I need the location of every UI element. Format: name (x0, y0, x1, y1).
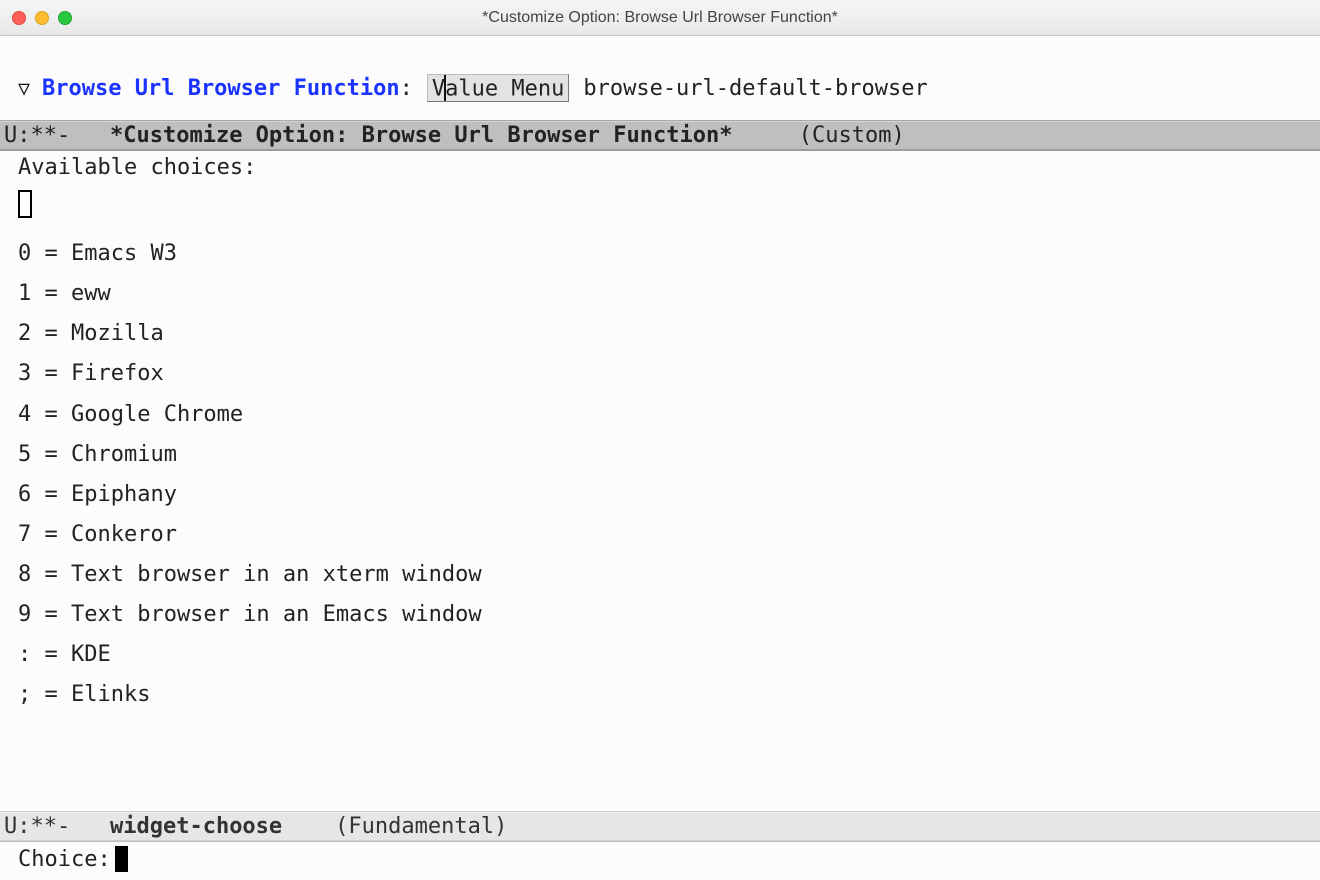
choice-item[interactable]: 3 = Firefox (18, 354, 1302, 394)
current-value: browse-url-default-browser (583, 76, 927, 101)
point-cursor (18, 190, 32, 218)
cursor-block (115, 846, 128, 872)
choice-item[interactable]: 7 = Conkeror (18, 515, 1302, 555)
choice-item[interactable]: 9 = Text browser in an Emacs window (18, 595, 1302, 635)
modeline-status: U:**- (4, 123, 70, 148)
modeline-top[interactable]: U:**- *Customize Option: Browse Url Brow… (0, 120, 1320, 151)
modeline-mode: (Fundamental) (335, 814, 507, 839)
minimize-icon[interactable] (35, 11, 49, 25)
colon: : (400, 76, 413, 101)
widget-choose-buffer: Available choices: 0 = Emacs W31 = eww2 … (0, 151, 1320, 811)
value-menu-button[interactable]: Value Menu (427, 74, 569, 102)
choices-header: Available choices: (18, 155, 1302, 180)
choice-item[interactable]: ; = Elinks (18, 675, 1302, 715)
modeline-buffer-name: *Customize Option: Browse Url Browser Fu… (110, 123, 733, 148)
window-titlebar: *Customize Option: Browse Url Browser Fu… (0, 0, 1320, 36)
choice-item[interactable]: : = KDE (18, 635, 1302, 675)
choice-item[interactable]: 1 = eww (18, 274, 1302, 314)
value-menu-rest: alue Menu (445, 76, 564, 101)
window-controls (12, 11, 72, 25)
window-title: *Customize Option: Browse Url Browser Fu… (482, 9, 838, 27)
customize-buffer: ▽ Browse Url Browser Function: Value Men… (0, 36, 1320, 120)
choice-item[interactable]: 6 = Epiphany (18, 475, 1302, 515)
choice-item[interactable]: 2 = Mozilla (18, 314, 1302, 354)
modeline-buffer-name: widget-choose (110, 814, 282, 839)
modeline-bottom[interactable]: U:**- widget-choose (Fundamental) (0, 811, 1320, 842)
modeline-mode: (Custom) (799, 123, 905, 148)
value-menu-v: V (432, 76, 445, 101)
disclosure-triangle-icon[interactable]: ▽ (18, 78, 36, 98)
minibuffer-prompt: Choice: (18, 847, 111, 872)
option-name[interactable]: Browse Url Browser Function (42, 76, 400, 101)
choice-item[interactable]: 5 = Chromium (18, 435, 1302, 475)
choice-item[interactable]: 4 = Google Chrome (18, 395, 1302, 435)
close-icon[interactable] (12, 11, 26, 25)
maximize-icon[interactable] (58, 11, 72, 25)
choice-item[interactable]: 8 = Text browser in an xterm window (18, 555, 1302, 595)
minibuffer[interactable]: Choice: (0, 842, 1320, 880)
modeline-status: U:**- (4, 814, 70, 839)
choice-item[interactable]: 0 = Emacs W3 (18, 234, 1302, 274)
